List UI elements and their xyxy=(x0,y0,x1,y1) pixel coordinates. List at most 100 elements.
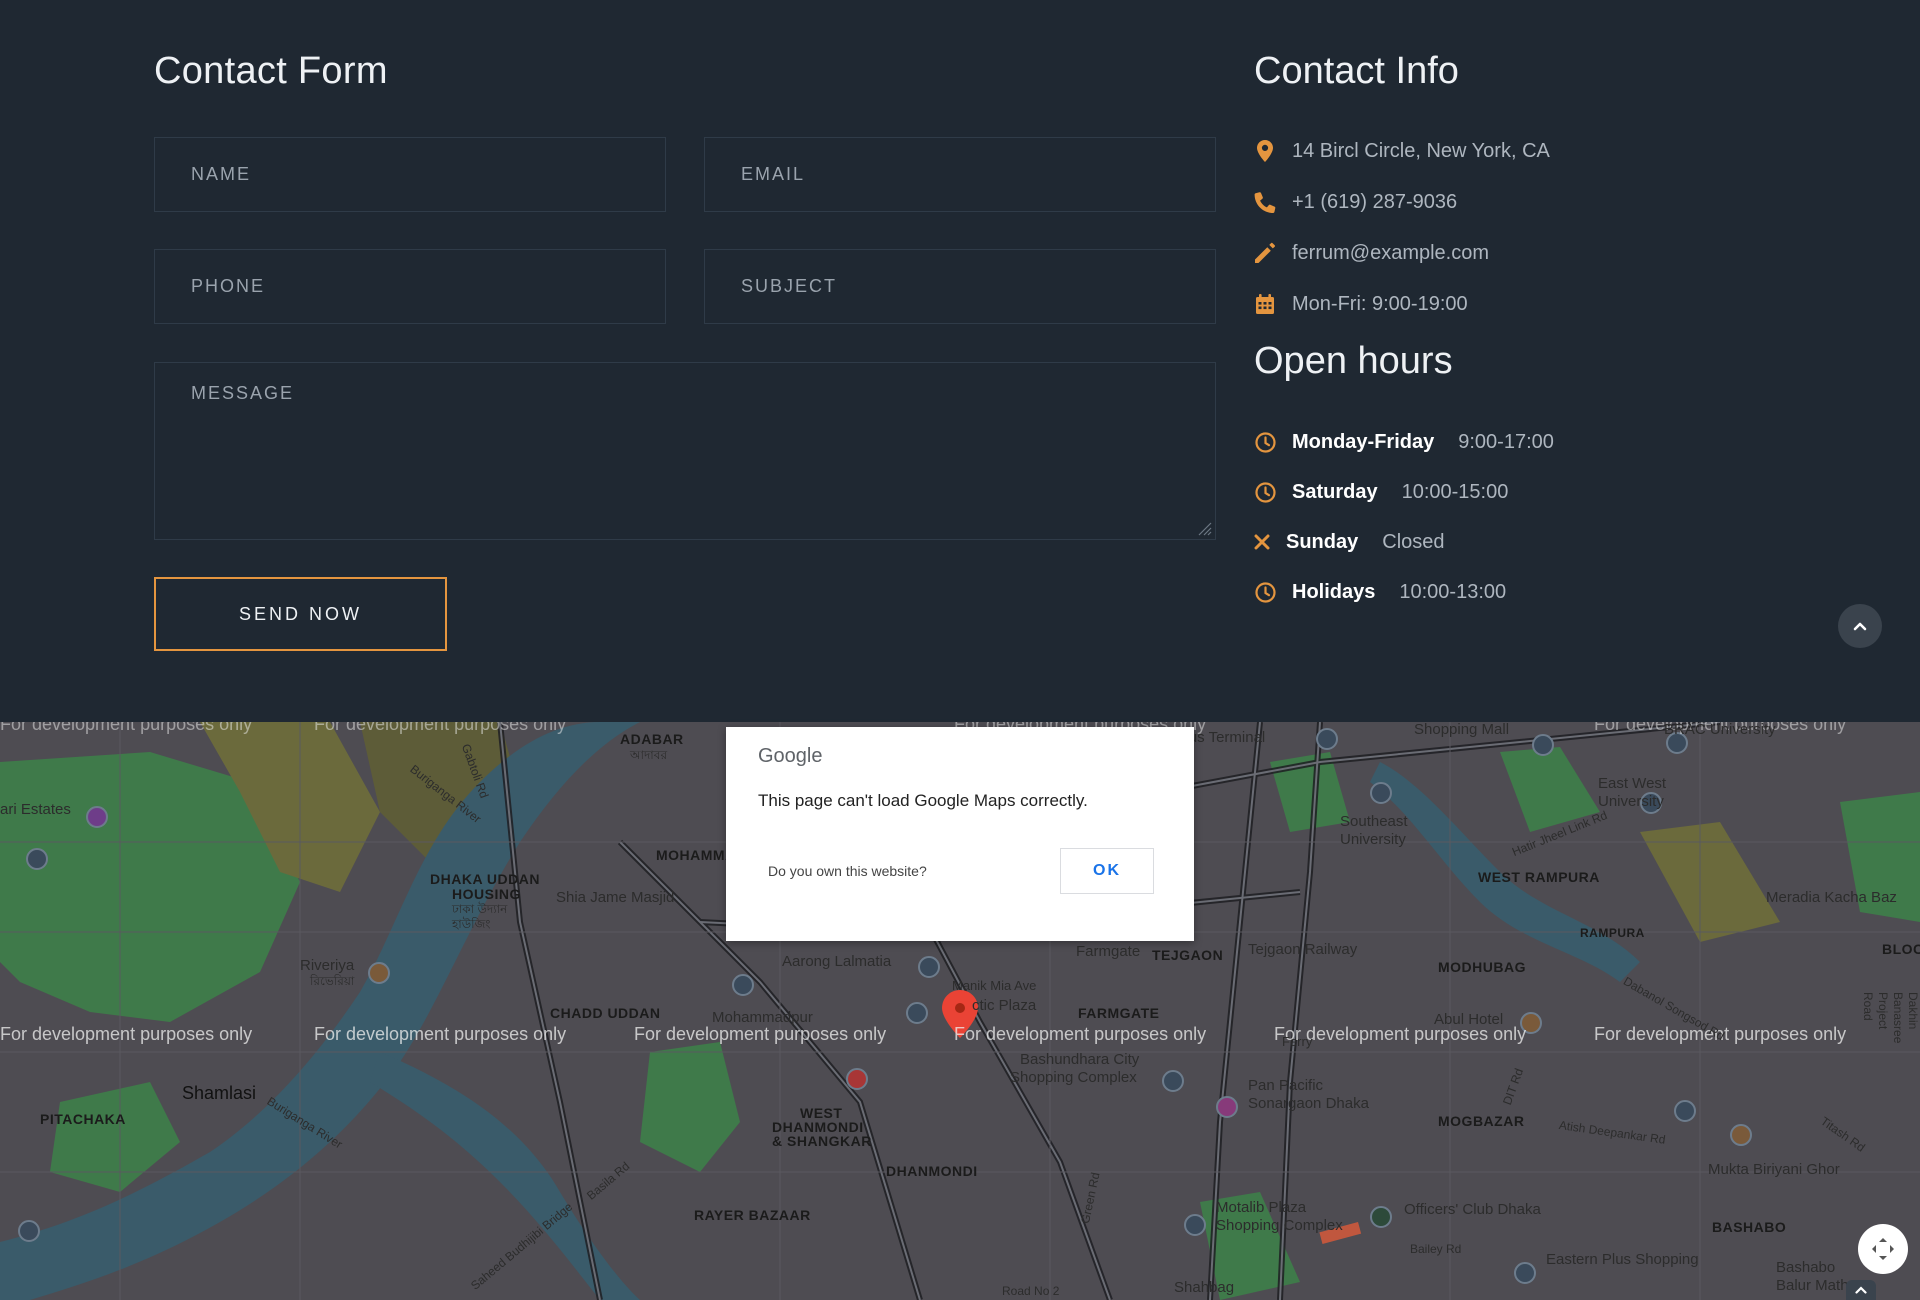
map-label: Mohammadpur xyxy=(712,1009,813,1026)
hours-day: Saturday xyxy=(1292,480,1378,503)
map-pin-icon xyxy=(1254,140,1276,162)
map-label: MODHUBAG xyxy=(1438,959,1526,975)
google-logo: Google xyxy=(758,745,823,767)
map-label: Eastern Plus Shopping xyxy=(1546,1251,1699,1268)
map-poi[interactable] xyxy=(18,1220,40,1242)
map-label: Aarong Lalmatia xyxy=(782,953,892,970)
map-fullscreen-button[interactable] xyxy=(1858,1224,1908,1274)
map-label: East West xyxy=(1598,775,1667,792)
resize-grip-icon[interactable] xyxy=(1196,520,1212,536)
phone-input[interactable] xyxy=(154,249,666,324)
message-input[interactable] xyxy=(154,362,1216,540)
map-poi[interactable] xyxy=(1162,1070,1184,1092)
map-poi[interactable] xyxy=(86,806,108,828)
map-label: Motalib Plaza xyxy=(1216,1199,1307,1216)
map-label: আদাবর xyxy=(630,748,668,762)
map-poi[interactable] xyxy=(1370,782,1392,804)
map-label: Bailey Rd xyxy=(1410,1242,1462,1256)
clock-icon xyxy=(1254,481,1276,503)
map-label: CHADD UDDAN xyxy=(550,1005,661,1021)
map-label: Sonargaon Dhaka xyxy=(1248,1095,1369,1112)
hours-row-holidays: Holidays 10:00-13:00 xyxy=(1254,577,1506,607)
map-label: Shia Jame Masjid xyxy=(556,889,675,906)
map-label: Shopping Complex xyxy=(1010,1069,1137,1086)
map-poi[interactable] xyxy=(1730,1124,1752,1146)
map-label: University xyxy=(1598,793,1664,810)
dev-notice: For development purposes only xyxy=(0,1024,253,1044)
hours-time: 10:00-15:00 xyxy=(1401,480,1509,503)
map-poi[interactable] xyxy=(846,1068,868,1090)
map-label: Manik Mia Ave xyxy=(952,978,1037,993)
dev-notice: For development purposes only xyxy=(314,722,567,734)
hours-row-weekdays: Monday-Friday 9:00-17:00 xyxy=(1254,427,1554,457)
pencil-icon xyxy=(1254,242,1276,264)
contact-info-title: Contact Info xyxy=(1254,50,1459,92)
map-label: FARMGATE xyxy=(1078,1005,1160,1021)
map-label: DHANMONDI xyxy=(886,1163,978,1179)
map-label: Officers' Club Dhaka xyxy=(1404,1201,1541,1218)
hours-day: Holidays xyxy=(1292,580,1376,603)
hours-row-saturday: Saturday 10:00-15:00 xyxy=(1254,477,1508,507)
email-row: ferrum@example.com xyxy=(1254,238,1489,268)
map-label: Bashundhara City xyxy=(1020,1051,1140,1068)
ok-button[interactable]: OK xyxy=(1060,848,1154,894)
map-poi[interactable] xyxy=(1674,1100,1696,1122)
map-label: BASHABO xyxy=(1712,1219,1787,1235)
map-label: Farmgate xyxy=(1076,943,1141,960)
dev-notice: For development purposes only xyxy=(634,1024,887,1044)
open-hours-title: Open hours xyxy=(1254,340,1453,382)
hours-time: 10:00-13:00 xyxy=(1399,580,1507,603)
email-input[interactable] xyxy=(704,137,1216,212)
map-label: Road No 2 xyxy=(1002,1284,1060,1298)
address-row: 14 Bircl Circle, New York, CA xyxy=(1254,136,1550,166)
hours-day: Sunday xyxy=(1286,530,1359,553)
scroll-to-top-mini[interactable] xyxy=(1846,1280,1876,1300)
map-poi[interactable] xyxy=(906,1002,928,1024)
map-poi[interactable] xyxy=(1514,1262,1536,1284)
map-poi[interactable] xyxy=(732,974,754,996)
map-label: RAYER BAZAAR xyxy=(694,1207,811,1223)
map-poi[interactable] xyxy=(1216,1096,1238,1118)
address-text: 14 Bircl Circle, New York, CA xyxy=(1292,139,1550,162)
map-label: PITACHAKA xyxy=(40,1111,126,1127)
hours-row-sunday: Sunday Closed xyxy=(1254,527,1445,557)
map-label: BRAC University xyxy=(1664,722,1776,738)
own-website-link[interactable]: Do you own this website? xyxy=(768,863,927,879)
map-label: Mukta Biriyani Ghor xyxy=(1708,1161,1840,1178)
map-label: Balur Math xyxy=(1776,1277,1849,1294)
map-label: MOHAMMA xyxy=(656,847,736,863)
map-poi[interactable] xyxy=(1184,1214,1206,1236)
map-label: Ferry xyxy=(1282,1034,1313,1049)
schedule-row: Mon-Fri: 9:00-19:00 xyxy=(1254,289,1468,319)
map-poi[interactable] xyxy=(368,962,390,984)
dev-notice: For development purposes only xyxy=(0,722,253,734)
map-poi[interactable] xyxy=(1316,728,1338,750)
map-poi[interactable] xyxy=(1370,1206,1392,1228)
map-label: ctic Plaza xyxy=(972,997,1037,1014)
map-poi[interactable] xyxy=(1532,734,1554,756)
hours-time: 9:00-17:00 xyxy=(1458,430,1554,453)
map-label: HOUSING xyxy=(452,886,521,902)
send-now-button[interactable]: SEND NOW xyxy=(154,577,447,651)
maps-error-dialog: Google This page can't load Google Maps … xyxy=(726,727,1194,941)
map-poi[interactable] xyxy=(26,848,48,870)
map-label: Shopping Complex xyxy=(1216,1217,1343,1234)
map-label: Southeast xyxy=(1340,813,1408,830)
map-label: Tejgaon Railway xyxy=(1248,941,1358,958)
map-label: Meradia Kacha Baz xyxy=(1766,889,1897,906)
phone-row: +1 (619) 287-9036 xyxy=(1254,187,1457,217)
map-label: Riveriya xyxy=(300,957,355,974)
map-label: Shopping Mall xyxy=(1414,722,1510,738)
dev-notice: For development purposes only xyxy=(954,1024,1207,1044)
map-label: Bashabo xyxy=(1776,1259,1836,1276)
schedule-text: Mon-Fri: 9:00-19:00 xyxy=(1292,292,1468,315)
calendar-icon xyxy=(1254,293,1276,315)
map-label: BLOC xyxy=(1882,941,1920,957)
contact-section: Contact Form SEND NOW Contact Info 14 Bi… xyxy=(0,0,1920,722)
subject-input[interactable] xyxy=(704,249,1216,324)
map-label: & SHANGKAR xyxy=(772,1133,872,1149)
name-input[interactable] xyxy=(154,137,666,212)
dialog-message: This page can't load Google Maps correct… xyxy=(758,791,1088,810)
map-poi[interactable] xyxy=(918,956,940,978)
scroll-to-top-button[interactable] xyxy=(1838,604,1882,648)
